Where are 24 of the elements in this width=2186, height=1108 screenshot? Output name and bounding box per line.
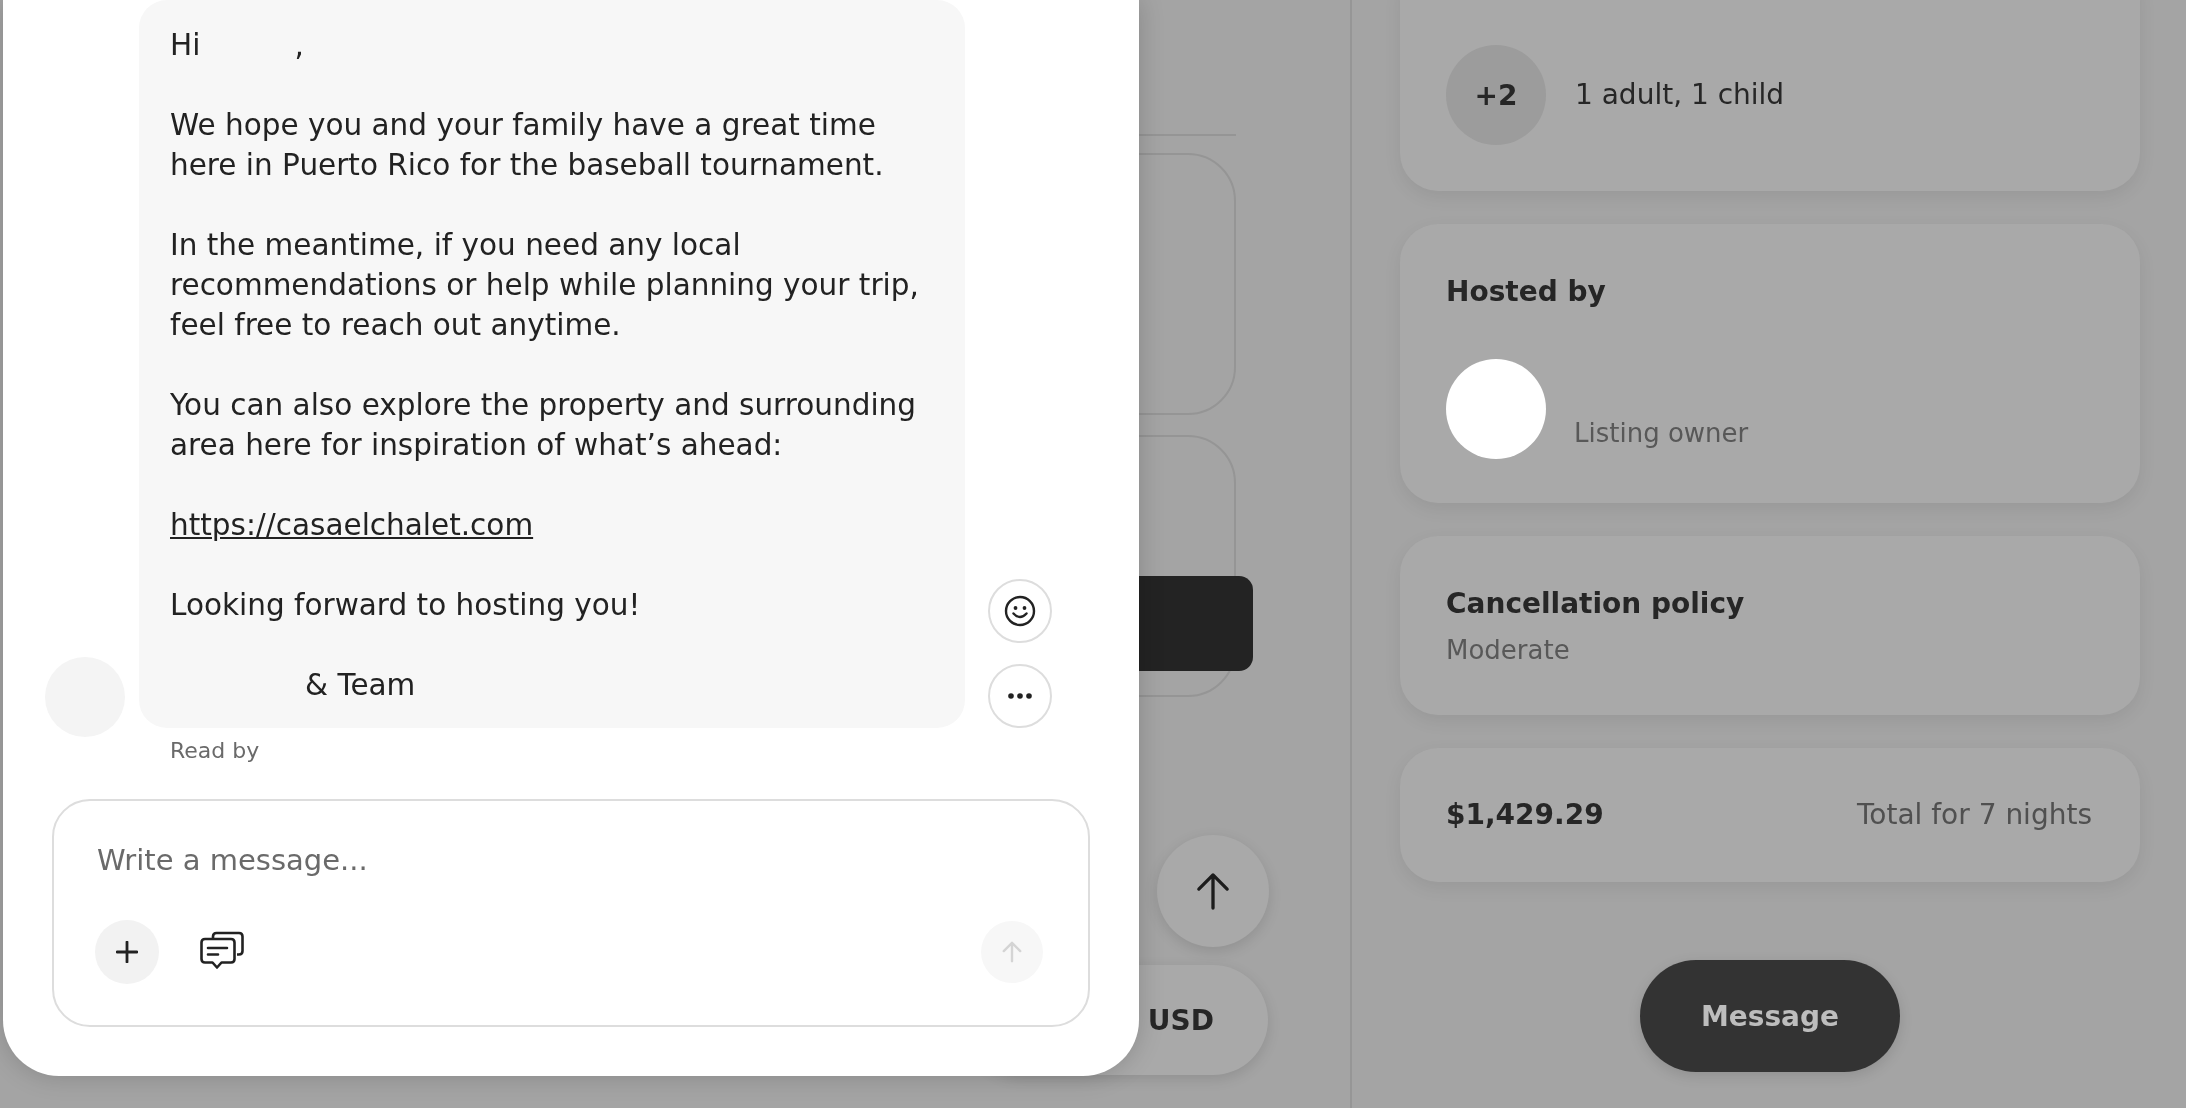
message-paragraph: We hope you and your family have a great time here in Puerto Rico for the baseball tournament. xyxy=(170,107,884,184)
host-role: Listing owner xyxy=(1574,417,1749,450)
message-paragraph: Looking forward to hosting you! xyxy=(170,587,641,624)
guest-count-badge: +2 xyxy=(1446,45,1546,145)
message-input[interactable]: Write a message... xyxy=(95,840,1043,880)
message-paragraph: In the meantime, if you need any local recommendations or help while planning your trip, feel free to reach out anytime. xyxy=(170,227,919,344)
price-amount: $1,429.29 xyxy=(1446,797,1604,833)
cancellation-heading: Cancellation policy xyxy=(1446,586,1745,622)
cancellation-value: Moderate xyxy=(1446,634,1570,667)
message-link[interactable]: https://casaelchalet.com xyxy=(170,508,534,542)
guests-text: 1 adult, 1 child xyxy=(1575,77,1785,113)
arrow-up-icon xyxy=(1196,872,1230,910)
plus-icon xyxy=(116,941,138,963)
message-button[interactable]: Message xyxy=(1640,960,1900,1072)
price-label: Total for 7 nights xyxy=(1856,797,2092,833)
more-icon xyxy=(1008,693,1032,699)
host-heading: Hosted by xyxy=(1446,274,1606,310)
arrow-up-icon xyxy=(1001,941,1023,963)
signature-text: & Team xyxy=(305,668,416,702)
smiley-icon xyxy=(1004,595,1036,627)
read-receipt: Read by xyxy=(170,737,260,765)
greeting-text: Hi xyxy=(170,28,201,62)
message-paragraph: You can also explore the property and surrounding area here for inspiration of what’s ahead: xyxy=(170,387,916,464)
greeting-comma: , xyxy=(294,28,304,62)
